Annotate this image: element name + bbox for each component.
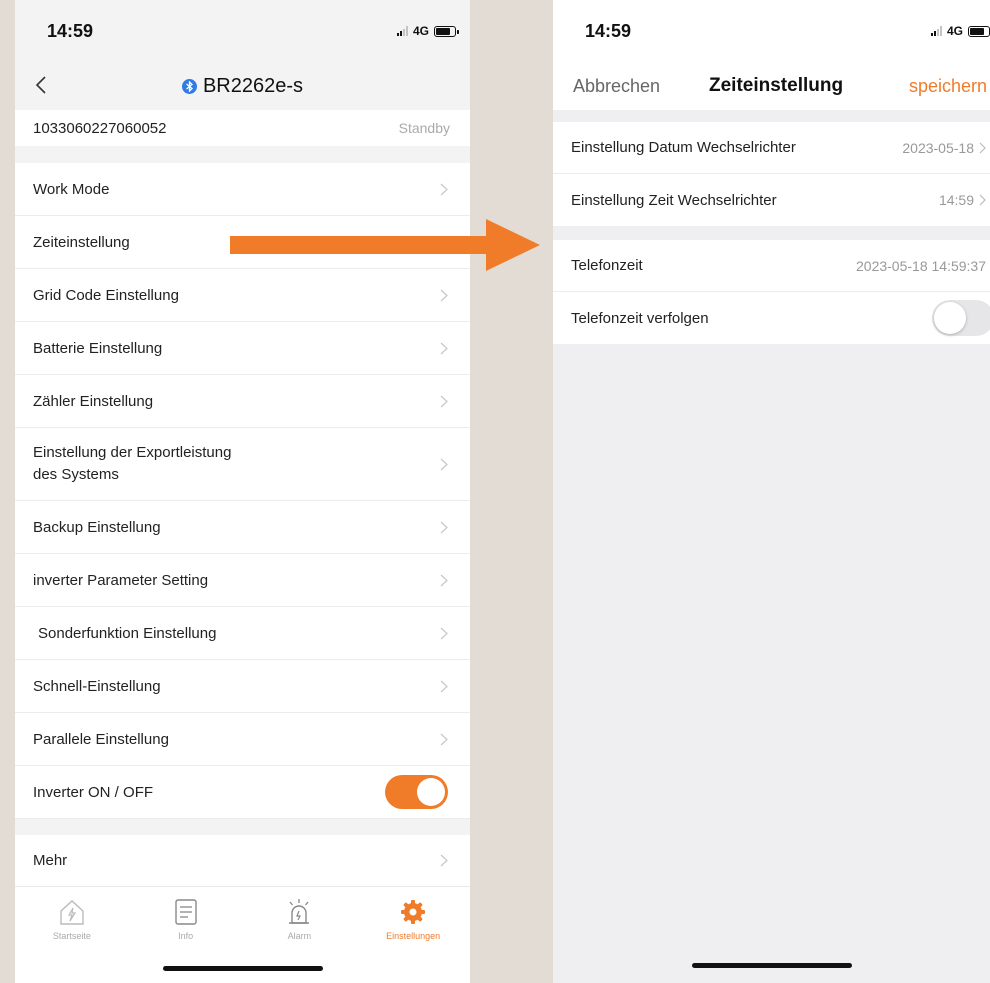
follow-phone-time-row: Telefonzeit verfolgen [553, 292, 990, 344]
inverter-date-row[interactable]: Einstellung Datum Wechselrichter 2023-05… [553, 122, 990, 174]
menu-item-sonderfunktion[interactable]: Sonderfunktion Einstellung [15, 607, 470, 660]
menu-item-label: Zeiteinstellung [33, 233, 130, 251]
left-phone-screen: 14:59 4G BR2262e-s 1033060227060052 Stan… [15, 0, 470, 983]
menu-item-grid-code[interactable]: Grid Code Einstellung [15, 269, 470, 322]
nav-bar: Abbrechen Zeiteinstellung speichern [553, 62, 990, 110]
gear-icon [401, 900, 426, 924]
status-time: 14:59 [585, 20, 632, 41]
home-indicator [162, 966, 323, 971]
orange-arrow-graphic [230, 219, 540, 271]
menu-item-label: Zähler Einstellung [33, 392, 154, 410]
device-title: BR2262e-s [181, 74, 304, 98]
bottom-tab-bar: Startseite Info Alarm Einstellungen [15, 886, 470, 983]
menu-item-label-line1: Einstellung der Exportleistung [33, 444, 232, 461]
home-bolt-icon [60, 900, 84, 925]
signal-icon [396, 26, 408, 36]
status-indicators: 4G [396, 24, 459, 38]
inverter-time-value: 14:59 [938, 192, 974, 208]
menu-item-label: Parallele Einstellung [33, 730, 169, 748]
menu-item-label: Mehr [33, 852, 68, 869]
cancel-button[interactable]: Abbrechen [573, 76, 660, 97]
inverter-time-label: Einstellung Zeit Wechselrichter [571, 191, 777, 209]
battery-icon [434, 25, 459, 37]
right-phone-screen: 14:59 4G Abbrechen Zeiteinstellung speic… [553, 0, 990, 983]
tab-label: Startseite [52, 931, 91, 941]
status-indicators: 4G [930, 24, 990, 38]
menu-item-label: Grid Code Einstellung [33, 286, 179, 304]
chevron-right-icon [979, 142, 986, 153]
phone-time-group: Telefonzeit 2023-05-18 14:59:37 Telefonz… [553, 240, 990, 344]
home-indicator [691, 963, 852, 968]
menu-item-label: Batterie Einstellung [33, 339, 163, 357]
tab-label: Info [178, 931, 194, 941]
menu-item-zaehler[interactable]: Zähler Einstellung [15, 375, 470, 428]
device-serial-row: 1033060227060052 Standby [15, 110, 470, 146]
device-header: BR2262e-s [15, 62, 470, 110]
chevron-right-icon [440, 183, 448, 195]
device-serial: 1033060227060052 [33, 119, 167, 137]
device-name: BR2262e-s [202, 74, 304, 97]
tab-alarm[interactable]: Alarm [249, 897, 349, 941]
phone-time-value: 2023-05-18 14:59:37 [856, 257, 986, 274]
menu-item-label: Schnell-Einstellung [33, 677, 161, 695]
signal-icon [930, 26, 942, 36]
page-title: Zeiteinstellung [709, 75, 844, 96]
menu-item-label: Inverter ON / OFF [33, 783, 154, 801]
menu-item-backup[interactable]: Backup Einstellung [15, 501, 470, 554]
inverter-date-value: 2023-05-18 [902, 139, 974, 156]
menu-item-mehr[interactable]: Mehr [15, 835, 470, 886]
tab-label: Einstellungen [386, 931, 441, 941]
chevron-right-icon [440, 733, 448, 745]
inverter-date-label: Einstellung Datum Wechselrichter [571, 139, 796, 156]
chevron-right-icon [979, 194, 986, 206]
document-icon [174, 899, 197, 925]
menu-item-label: Sonderfunktion Einstellung [38, 624, 217, 642]
alarm-siren-icon [289, 899, 310, 924]
chevron-right-icon [440, 458, 448, 470]
tab-startseite[interactable]: Startseite [22, 897, 122, 941]
menu-item-label-line2: des Systems [33, 466, 119, 483]
follow-phone-time-toggle[interactable] [932, 300, 990, 336]
chevron-right-icon [440, 521, 448, 533]
menu-item-label: Work Mode [33, 180, 110, 198]
chevron-right-icon [440, 342, 448, 354]
phone-time-label: Telefonzeit [571, 257, 643, 274]
tab-label: Alarm [287, 931, 312, 941]
network-type: 4G [412, 24, 429, 38]
network-type: 4G [946, 24, 963, 38]
menu-item-label: Backup Einstellung [33, 518, 161, 536]
chevron-right-icon [440, 395, 448, 407]
menu-item-inverter-on-off: Inverter ON / OFF [15, 766, 470, 819]
save-button[interactable]: speichern [909, 76, 987, 97]
status-bar: 14:59 4G [553, 0, 990, 62]
tab-einstellungen[interactable]: Einstellungen [363, 897, 463, 941]
phone-time-row: Telefonzeit 2023-05-18 14:59:37 [553, 240, 990, 292]
menu-item-label: inverter Parameter Setting [33, 571, 209, 589]
chevron-right-icon [440, 289, 448, 301]
status-bar: 14:59 4G [15, 0, 470, 62]
device-status: Standby [398, 120, 450, 136]
menu-item-work-mode[interactable]: Work Mode [15, 163, 470, 216]
chevron-right-icon [440, 854, 448, 867]
menu-item-exportleistung[interactable]: Einstellung der Exportleistung des Syste… [15, 428, 470, 501]
chevron-right-icon [440, 627, 448, 639]
inverter-time-group: Einstellung Datum Wechselrichter 2023-05… [553, 122, 990, 226]
battery-icon [968, 25, 990, 37]
bluetooth-icon [181, 78, 197, 94]
follow-phone-time-label: Telefonzeit verfolgen [571, 309, 709, 327]
menu-item-batterie[interactable]: Batterie Einstellung [15, 322, 470, 375]
menu-item-label: Einstellung der Exportleistung des Syste… [33, 442, 231, 486]
inverter-time-row[interactable]: Einstellung Zeit Wechselrichter 14:59 [553, 174, 990, 226]
menu-item-inverter-parameter[interactable]: inverter Parameter Setting [15, 554, 470, 607]
menu-item-parallele[interactable]: Parallele Einstellung [15, 713, 470, 766]
status-time: 14:59 [47, 20, 94, 41]
inverter-power-toggle[interactable] [385, 775, 448, 809]
tab-info[interactable]: Info [136, 897, 236, 941]
back-chevron-icon[interactable] [33, 76, 51, 94]
menu-item-schnell[interactable]: Schnell-Einstellung [15, 660, 470, 713]
chevron-right-icon [440, 680, 448, 692]
chevron-right-icon [440, 574, 448, 586]
